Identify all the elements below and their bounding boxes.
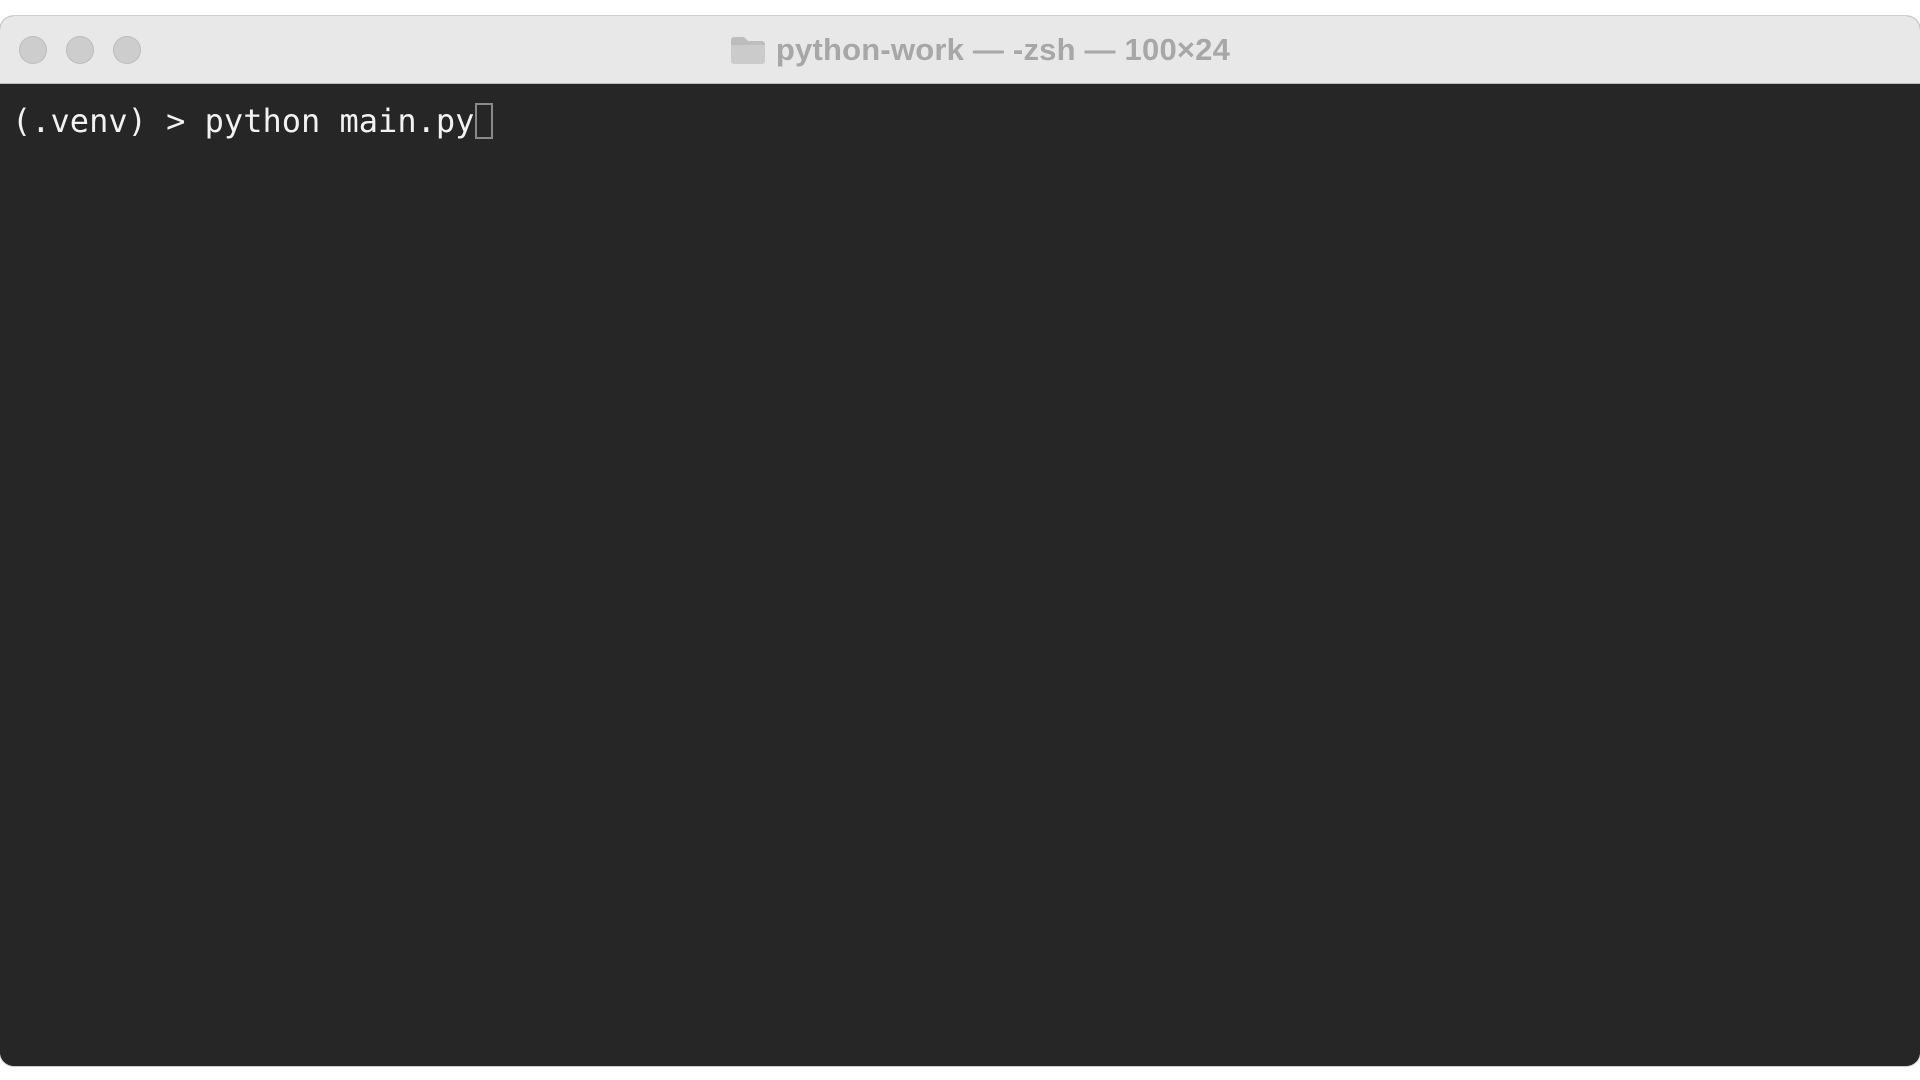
- shell-prompt: (.venv) >: [12, 102, 205, 140]
- text-cursor: [475, 103, 494, 139]
- command-line[interactable]: (.venv) > python main.py: [12, 102, 1908, 140]
- window-title: python-work — -zsh — 100×24: [775, 32, 1231, 67]
- terminal-window: python-work — -zsh — 100×24 (.venv) > py…: [0, 16, 1920, 1066]
- window-controls: [19, 36, 141, 64]
- command-text: python main.py: [204, 102, 475, 140]
- minimize-button[interactable]: [66, 36, 94, 64]
- close-button[interactable]: [19, 36, 47, 64]
- window-title-area: python-work — -zsh — 100×24: [0, 16, 1920, 84]
- zoom-button[interactable]: [113, 36, 141, 64]
- terminal-output[interactable]: (.venv) > python main.py: [0, 84, 1920, 1066]
- title-bar[interactable]: python-work — -zsh — 100×24: [0, 16, 1920, 84]
- folder-icon: [730, 37, 765, 64]
